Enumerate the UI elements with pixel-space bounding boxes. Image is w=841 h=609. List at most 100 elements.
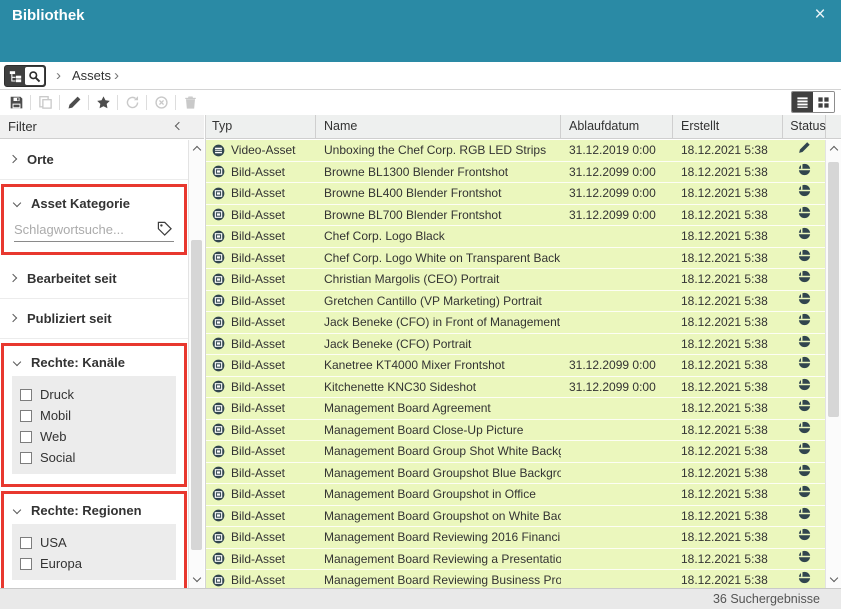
table-row[interactable]: Bild-AssetBrowne BL1300 Blender Frontsho… [206,162,826,184]
edit-button[interactable] [66,94,82,110]
nav-toolbar: ← → Asset [0,32,841,62]
filter-scrollbar[interactable] [188,140,204,588]
type-label: Bild-Asset [231,570,285,588]
published-status-icon [798,205,811,226]
scroll-down-icon[interactable] [193,574,201,582]
published-status-icon [798,312,811,333]
tag-search-icon[interactable] [157,221,172,236]
filter-section-label: Asset Kategorie [31,196,130,211]
checkbox-group-kanaele: Druck Mobil Web Social [12,376,176,474]
search-mode-button[interactable] [25,67,44,85]
status-cell [783,226,826,247]
published-status-icon [798,398,811,419]
favorite-button[interactable] [95,94,111,110]
table-row[interactable]: Bild-AssetKitchenette KNC30 Sideshot31.1… [206,377,826,399]
table-row[interactable]: Bild-AssetManagement Board Reviewing a P… [206,549,826,571]
table-scrollbar[interactable] [825,140,841,588]
name-cell: Unboxing the Chef Corp. RGB LED Strips [316,140,561,161]
published-status-icon [798,248,811,269]
table-row[interactable]: Video-AssetUnboxing the Chef Corp. RGB L… [206,140,826,162]
filter-section-rechte-regionen-header[interactable]: Rechte: Regionen [4,499,184,521]
filter-section-label: Rechte: Kanäle [31,355,125,370]
breadcrumb-chevron-icon: › [114,62,119,90]
tree-mode-button[interactable] [6,67,25,85]
table-row[interactable]: Bild-AssetManagement Board Close-Up Pict… [206,420,826,442]
created-date-cell: 18.12.2021 5:38 [673,269,783,290]
keyword-search-input[interactable] [14,218,144,240]
table-row[interactable]: Bild-AssetManagement Board Groupshot Blu… [206,463,826,485]
table-row[interactable]: Bild-AssetKanetree KT4000 Mixer Frontsho… [206,355,826,377]
status-cell [783,441,826,462]
table-row[interactable]: Bild-AssetChef Corp. Logo Black18.12.202… [206,226,826,248]
collapse-panel-icon[interactable] [175,122,183,130]
table-header: Typ Name Ablaufdatum Erstellt Status [206,115,841,139]
favorite-icon [96,95,111,110]
checkbox-label: Social [40,450,75,465]
column-header-name[interactable]: Name [316,115,561,138]
scroll-up-icon[interactable] [830,146,838,154]
breadcrumb-item-assets[interactable]: Assets [72,62,111,90]
scroll-down-icon[interactable] [830,574,838,582]
status-cell [783,570,826,588]
checkbox-label: USA [40,535,67,550]
column-header-status[interactable]: Status [783,115,826,138]
type-cell: Bild-Asset [206,355,316,376]
table-row[interactable]: Bild-AssetManagement Board Reviewing 201… [206,527,826,549]
table-row[interactable]: Bild-AssetBrowne BL700 Blender Frontshot… [206,205,826,227]
toolbar-divider [146,95,147,110]
column-header-typ[interactable]: Typ [206,115,316,138]
published-status-icon [798,484,811,505]
chevron-right-icon [9,314,17,322]
filter-sections: Orte Asset Kategorie Bearbei [0,140,188,588]
status-cell [783,334,826,355]
bild-asset-icon [212,208,225,221]
filter-section-label: Rechte: Regionen [31,503,142,518]
publish-icon [125,95,140,110]
checkbox-europa[interactable]: Europa [20,553,168,574]
filter-section-orte-header[interactable]: Orte [0,148,188,170]
video-asset-icon [212,144,225,157]
filter-section-asset-kategorie-header[interactable]: Asset Kategorie [4,192,184,214]
checkbox-mobil[interactable]: Mobil [20,405,168,426]
published-status-icon [798,291,811,312]
list-view-button[interactable] [792,92,813,112]
status-cell [783,420,826,441]
created-date-cell: 18.12.2021 5:38 [673,291,783,312]
grid-view-button[interactable] [813,92,834,112]
scrollbar-thumb[interactable] [191,240,202,550]
filter-section-bearbeitet-seit-header[interactable]: Bearbeitet seit [0,267,188,289]
scroll-up-icon[interactable] [193,146,201,154]
filter-section-publiziert-seit-header[interactable]: Publiziert seit [0,307,188,329]
table-row[interactable]: Bild-AssetManagement Board Reviewing Bus… [206,570,826,588]
expiry-date-cell [561,441,673,462]
table-row[interactable]: Bild-AssetChristian Margolis (CEO) Portr… [206,269,826,291]
column-header-erstellt[interactable]: Erstellt [673,115,783,138]
published-status-icon [798,527,811,548]
checkbox-usa[interactable]: USA [20,532,168,553]
filter-section-rechte-regionen: Rechte: Regionen USA Europa [1,491,187,588]
save-button[interactable] [8,94,24,110]
created-date-cell: 18.12.2021 5:38 [673,312,783,333]
bild-asset-icon [212,230,225,243]
table-row[interactable]: Bild-AssetManagement Board Groupshot on … [206,506,826,528]
table-row[interactable]: Bild-AssetChef Corp. Logo White on Trans… [206,248,826,270]
type-cell: Bild-Asset [206,463,316,484]
table-row[interactable]: Bild-AssetJack Beneke (CFO) Portrait18.1… [206,334,826,356]
checkbox-web[interactable]: Web [20,426,168,447]
close-icon[interactable]: × [809,0,831,32]
filter-section-rechte-kanaele-header[interactable]: Rechte: Kanäle [4,351,184,373]
type-label: Bild-Asset [231,355,285,376]
column-header-ablaufdatum[interactable]: Ablaufdatum [561,115,673,138]
table-row[interactable]: Bild-AssetGretchen Cantillo (VP Marketin… [206,291,826,313]
table-row[interactable]: Bild-AssetBrowne BL400 Blender Frontshot… [206,183,826,205]
status-cell [783,527,826,548]
table-row[interactable]: Bild-AssetManagement Board Groupshot in … [206,484,826,506]
status-cell [783,140,826,161]
table-row[interactable]: Bild-AssetJack Beneke (CFO) in Front of … [206,312,826,334]
table-row[interactable]: Bild-AssetManagement Board Agreement18.1… [206,398,826,420]
table-row[interactable]: Bild-AssetManagement Board Group Shot Wh… [206,441,826,463]
checkbox-social[interactable]: Social [20,447,168,468]
checkbox-druck[interactable]: Druck [20,384,168,405]
scrollbar-thumb[interactable] [828,162,839,417]
title-bar: Bibliothek × [0,0,841,32]
